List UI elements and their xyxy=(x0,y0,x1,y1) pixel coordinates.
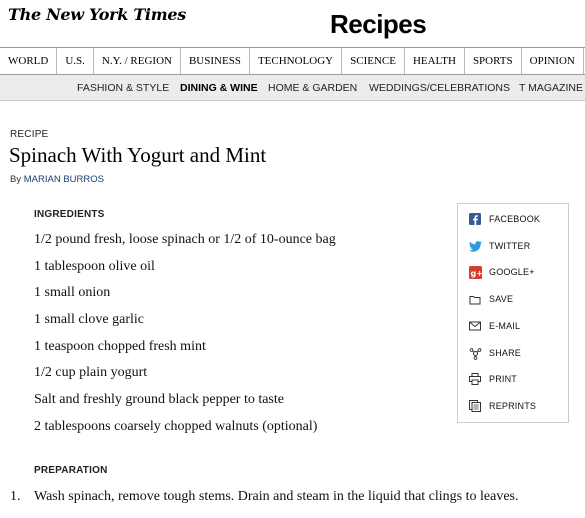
ingredient-item: 1/2 cup plain yogurt xyxy=(34,365,148,381)
nav-world[interactable]: WORLD xyxy=(0,48,58,74)
nav-sports[interactable]: SPORTS xyxy=(465,48,522,74)
byline: By MARIAN BURROS xyxy=(10,174,104,185)
section-title[interactable]: Recipes xyxy=(330,9,427,40)
print-icon xyxy=(468,372,482,386)
nav-opinion[interactable]: OPINION xyxy=(522,48,584,74)
print-button[interactable]: PRINT xyxy=(468,371,517,387)
subnav-dining-wine[interactable]: DINING & WINE xyxy=(180,82,258,94)
ingredient-item: 2 tablespoons coarsely chopped walnuts (… xyxy=(34,418,318,434)
google-plus-label: GOOGLE+ xyxy=(489,267,535,277)
ingredient-item: 1 small onion xyxy=(34,285,111,301)
ingredient-item: 1 teaspoon chopped fresh mint xyxy=(34,338,206,354)
nav-science[interactable]: SCIENCE xyxy=(342,48,405,74)
save-button[interactable]: SAVE xyxy=(468,291,513,307)
twitter-share-button[interactable]: TWITTER xyxy=(468,238,530,254)
reprints-icon xyxy=(468,399,482,413)
nav-technology[interactable]: TECHNOLOGY xyxy=(250,48,343,74)
share-tools: FACEBOOK TWITTER g+ GOOGLE+ SAVE E-MAIL … xyxy=(457,203,569,423)
nav-ny-region[interactable]: N.Y. / REGION xyxy=(94,48,181,74)
facebook-share-button[interactable]: FACEBOOK xyxy=(468,211,540,227)
ingredient-item: 1 tablespoon olive oil xyxy=(34,258,155,274)
nav-us[interactable]: U.S. xyxy=(57,48,94,74)
reprints-label: REPRINTS xyxy=(489,401,537,411)
nav-business[interactable]: BUSINESS xyxy=(181,48,250,74)
nav-health[interactable]: HEALTH xyxy=(405,48,465,74)
masthead: The New York Times Recipes xyxy=(0,0,585,46)
facebook-label: FACEBOOK xyxy=(489,214,541,224)
article-kicker: RECIPE xyxy=(10,129,49,140)
twitter-label: TWITTER xyxy=(489,241,531,251)
save-icon xyxy=(468,292,482,306)
top-navigation: WORLD U.S. N.Y. / REGION BUSINESS TECHNO… xyxy=(0,47,585,75)
facebook-icon xyxy=(468,212,482,226)
share-label: SHARE xyxy=(489,348,522,358)
share-icon xyxy=(468,346,482,360)
ingredients-header: INGREDIENTS xyxy=(34,209,105,220)
subnav-home-garden[interactable]: HOME & GARDEN xyxy=(268,82,357,94)
email-icon xyxy=(468,319,482,333)
reprints-button[interactable]: REPRINTS xyxy=(468,398,536,414)
ingredients-list: 1/2 pound fresh, loose spinach or 1/2 of… xyxy=(34,230,444,444)
ingredient-item: Salt and freshly ground black pepper to … xyxy=(34,392,284,408)
byline-prefix: By xyxy=(10,174,22,185)
save-label: SAVE xyxy=(489,294,514,304)
preparation-header: PREPARATION xyxy=(34,465,108,476)
step-number: 1. xyxy=(10,489,21,504)
subnav-fashion-style[interactable]: FASHION & STYLE xyxy=(77,82,169,94)
article-headline: Spinach With Yogurt and Mint xyxy=(9,143,267,167)
nyt-logo[interactable]: The New York Times xyxy=(8,5,186,24)
preparation-step: 1. Wash spinach, remove tough stems. Drai… xyxy=(10,489,519,505)
sub-navigation: FASHION & STYLE DINING & WINE HOME & GAR… xyxy=(0,75,585,101)
ingredient-item: 1 small clove garlic xyxy=(34,312,145,328)
svg-text:g+: g+ xyxy=(470,269,482,278)
subnav-weddings-celebrations[interactable]: WEDDINGS/CELEBRATIONS xyxy=(369,82,510,94)
email-button[interactable]: E-MAIL xyxy=(468,318,520,334)
ingredient-item: 1/2 pound fresh, loose spinach or 1/2 of… xyxy=(34,232,336,247)
step-text: Wash spinach, remove tough stems. Drain … xyxy=(34,489,519,504)
author-link[interactable]: MARIAN BURROS xyxy=(24,174,104,185)
google-plus-icon: g+ xyxy=(468,265,482,279)
print-label: PRINT xyxy=(489,374,517,384)
email-label: E-MAIL xyxy=(489,321,521,331)
subnav-t-magazine[interactable]: T MAGAZINE xyxy=(519,82,583,94)
share-button[interactable]: SHARE xyxy=(468,345,521,361)
twitter-icon xyxy=(468,239,482,253)
google-plus-share-button[interactable]: g+ GOOGLE+ xyxy=(468,264,535,280)
